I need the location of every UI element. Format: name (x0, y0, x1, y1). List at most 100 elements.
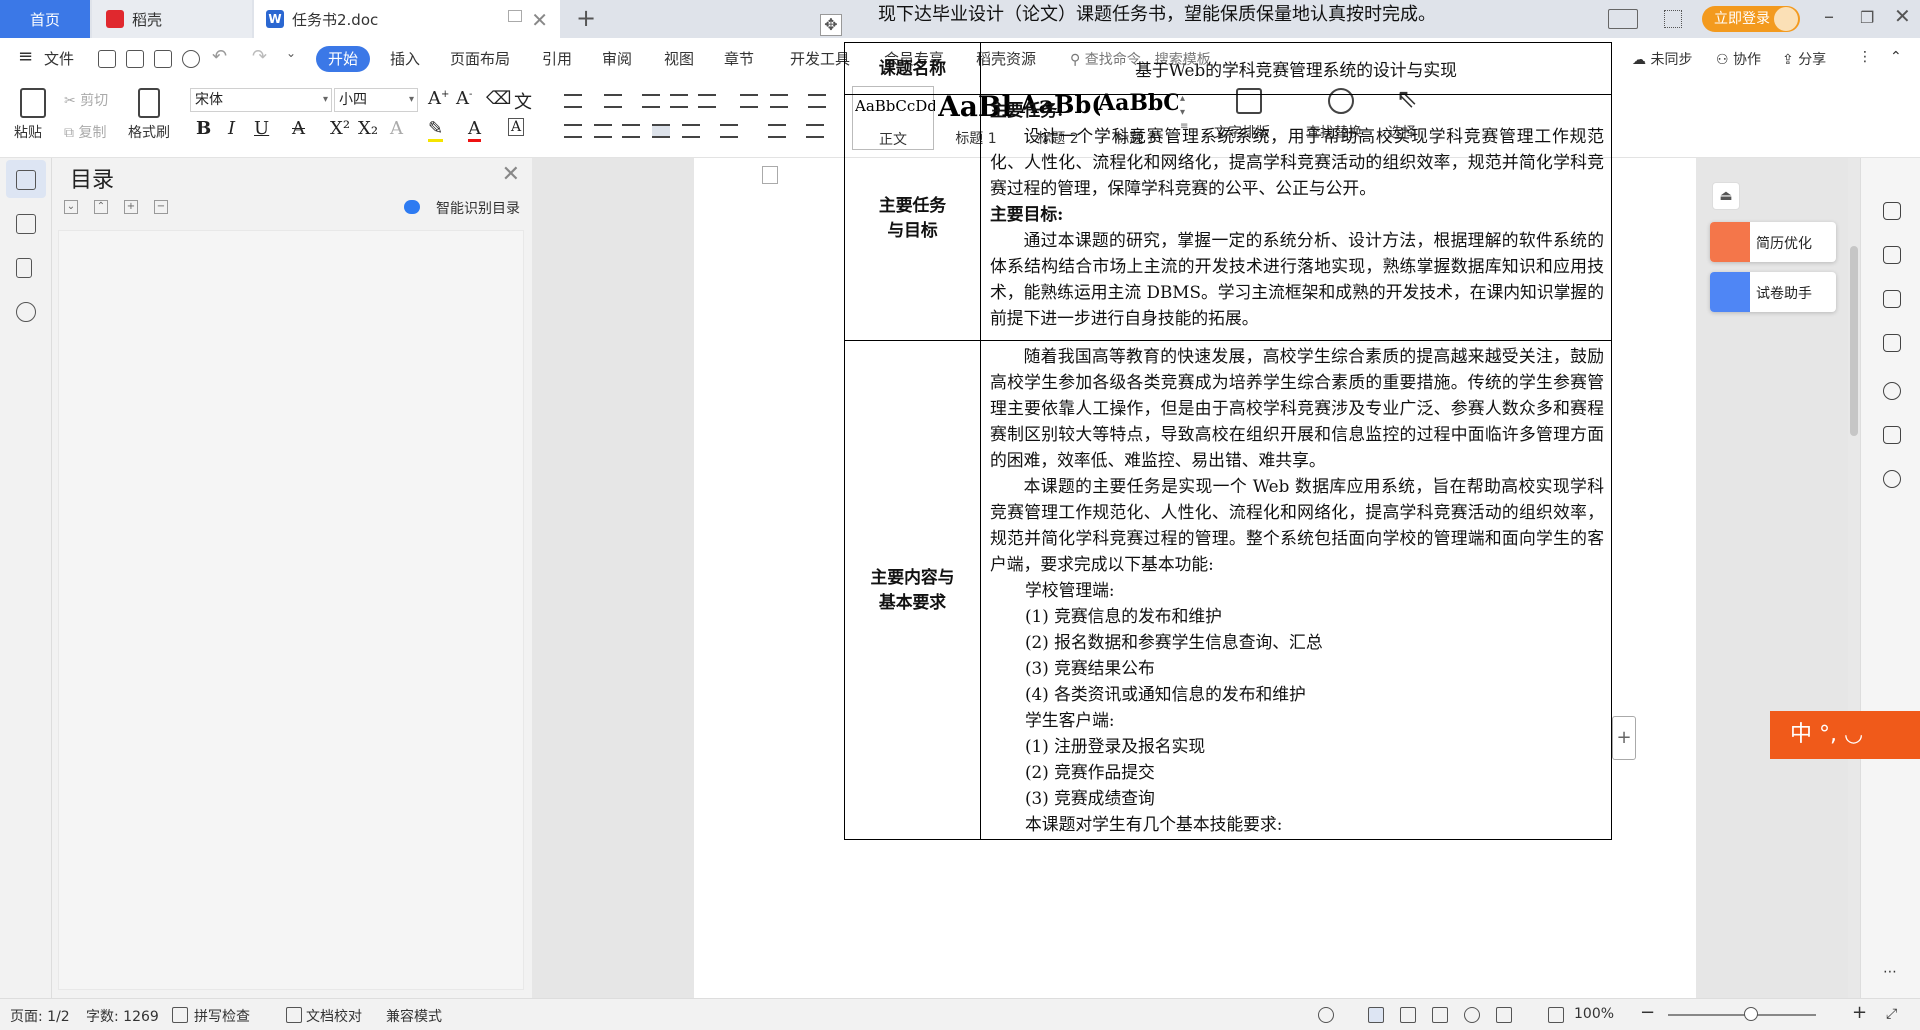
subscript-icon[interactable]: X₂ (358, 118, 378, 139)
search-icon[interactable] (16, 302, 36, 322)
eye-protect-icon[interactable] (1318, 1007, 1334, 1023)
tab-daoke[interactable]: 稻壳 (92, 0, 252, 38)
zoom-level[interactable]: 100% (1574, 1006, 1614, 1022)
ime-toolbar[interactable]: 中 °, ◡ (1770, 711, 1920, 759)
show-marks-icon[interactable] (770, 94, 788, 108)
align-left-icon[interactable] (564, 124, 582, 138)
distributed-icon[interactable] (682, 124, 700, 138)
collab-button[interactable]: ⚇ 协作 (1716, 49, 1761, 69)
grow-font-icon[interactable]: A+ (428, 88, 449, 109)
shading-icon[interactable] (768, 124, 786, 138)
font-size-select[interactable]: 小四 ▾ (334, 88, 418, 112)
cut-button[interactable]: ✂ 剪切 (64, 90, 108, 110)
chapter-nav-icon[interactable] (16, 214, 36, 234)
image-edit-icon[interactable] (1883, 426, 1901, 444)
pen-icon[interactable] (1883, 246, 1901, 264)
sync-status[interactable]: ☁ 未同步 (1632, 49, 1692, 69)
zoom-slider-knob[interactable] (1744, 1007, 1758, 1021)
paste-button[interactable]: 粘贴 (14, 122, 42, 142)
redo-icon[interactable]: ↷ (252, 46, 267, 67)
paste-icon[interactable] (20, 88, 46, 118)
layout-icon[interactable] (1608, 9, 1638, 29)
outline-view-icon[interactable] (1400, 1007, 1416, 1023)
add-heading-icon[interactable]: + (124, 200, 138, 214)
zoom-slider[interactable] (1668, 1014, 1816, 1016)
write-view-icon[interactable] (1496, 1007, 1512, 1023)
remove-heading-icon[interactable]: − (154, 200, 168, 214)
clear-format-icon[interactable]: ⌫ (486, 88, 511, 109)
table-move-handle[interactable]: ✥ (820, 14, 842, 36)
toc-icon[interactable] (16, 170, 36, 190)
align-right-icon[interactable] (622, 124, 640, 138)
font-color-icon[interactable]: A (468, 118, 481, 142)
minimize-icon[interactable]: – (1824, 4, 1834, 28)
tab-home[interactable]: 首页 (0, 0, 90, 38)
new-tab-button[interactable]: + (576, 4, 596, 32)
menu-view[interactable]: 视图 (664, 48, 694, 69)
tab-window-icon[interactable] (508, 10, 522, 22)
web-view-icon[interactable] (1464, 1007, 1480, 1023)
restore-icon[interactable]: ❐ (1860, 8, 1874, 27)
page-view-icon[interactable] (1368, 1007, 1384, 1023)
more-horizontal-icon[interactable]: ⋯ (1883, 964, 1901, 982)
phonetic-icon[interactable]: 文 (514, 88, 532, 114)
settings-sliders-icon[interactable] (1883, 334, 1901, 352)
italic-button[interactable]: I (228, 118, 235, 139)
chinese-layout-icon[interactable] (698, 94, 716, 108)
proofread-button[interactable]: 文档校对 (306, 1006, 362, 1026)
collapse-all-icon[interactable]: ⌃ (94, 200, 108, 214)
highlight-icon[interactable]: ✎ (428, 118, 444, 142)
line-spacing-icon[interactable] (720, 124, 738, 138)
page-indicator[interactable]: 页面: 1/2 (10, 1006, 70, 1026)
justify-icon[interactable] (652, 124, 670, 138)
ruler-icon[interactable] (808, 94, 826, 108)
collapse-panel-icon[interactable]: ⏏ (1712, 182, 1740, 210)
lightning-icon[interactable] (1883, 470, 1901, 488)
copy-button[interactable]: ⧉ 复制 (64, 122, 106, 142)
menu-references[interactable]: 引用 (542, 48, 572, 69)
close-icon[interactable]: ✕ (502, 162, 520, 187)
bullet-list-icon[interactable] (564, 94, 582, 108)
tab-document[interactable]: W 任务书2.doc ✕ (254, 0, 560, 38)
more-options-icon[interactable]: ⋮ (1858, 49, 1872, 65)
underline-button[interactable]: U (254, 118, 269, 139)
decrease-indent-icon[interactable] (642, 94, 660, 108)
menu-review[interactable]: 审阅 (602, 48, 632, 69)
add-column-button[interactable]: + (1612, 716, 1636, 760)
quick-access-dropdown-icon[interactable]: ⌄ (286, 46, 296, 60)
help-icon[interactable] (1883, 382, 1901, 400)
login-button[interactable]: 立即登录 (1702, 6, 1800, 32)
word-count[interactable]: 字数: 1269 (86, 1006, 159, 1026)
format-painter-icon[interactable] (138, 88, 160, 118)
resume-optimize-button[interactable]: 简历优化 (1710, 222, 1836, 262)
format-painter-button[interactable]: 格式刷 (128, 122, 170, 142)
fit-page-icon[interactable] (1548, 1007, 1564, 1023)
print-icon[interactable] (154, 50, 172, 68)
rocket-icon[interactable] (1883, 202, 1901, 220)
expand-all-icon[interactable]: ⌄ (64, 200, 78, 214)
text-effect-icon[interactable]: A (390, 118, 403, 139)
bold-button[interactable]: B (196, 118, 211, 139)
strikethrough-icon[interactable]: A (292, 118, 305, 139)
topic-value-cell[interactable]: 基于Web的学科竞赛管理系统的设计与实现 (980, 42, 1612, 95)
apps-grid-icon[interactable] (1664, 10, 1682, 28)
borders-icon[interactable] (806, 124, 824, 138)
zoom-out-icon[interactable]: − (1640, 1002, 1655, 1023)
sort-icon[interactable] (740, 94, 758, 108)
font-name-select[interactable]: 宋体 ▾ (190, 88, 332, 112)
scrollbar-thumb[interactable] (1850, 246, 1858, 436)
export-pdf-icon[interactable] (126, 50, 144, 68)
menu-start[interactable]: 开始 (316, 46, 370, 72)
page-marker-icon[interactable] (762, 166, 778, 184)
close-window-icon[interactable]: ✕ (1894, 4, 1911, 28)
print-preview-icon[interactable] (182, 50, 200, 68)
spell-check-button[interactable]: 拼写检查 (194, 1006, 250, 1026)
bookmark-icon[interactable] (16, 258, 32, 278)
tab-close-icon[interactable]: ✕ (531, 8, 548, 32)
menu-developer[interactable]: 开发工具 (790, 48, 850, 69)
collapse-ribbon-icon[interactable]: ⌃ (1890, 49, 1902, 65)
menu-chapter[interactable]: 章节 (724, 48, 754, 69)
superscript-icon[interactable]: X² (330, 118, 350, 139)
shrink-font-icon[interactable]: A- (456, 88, 472, 109)
exam-assistant-button[interactable]: 试卷助手 (1710, 272, 1836, 312)
